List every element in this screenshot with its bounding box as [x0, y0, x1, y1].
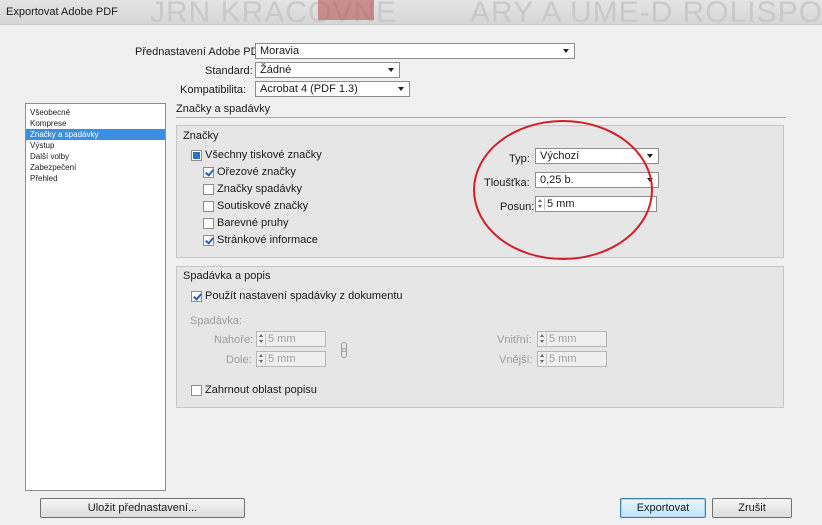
weight-label: Tloušťka:: [484, 177, 530, 189]
bleed-marks-checkbox[interactable]: [203, 184, 214, 195]
preset-select[interactable]: Moravia: [255, 43, 575, 59]
stepper-arrows-icon[interactable]: [537, 198, 545, 210]
compat-label: Kompatibilita:: [180, 84, 247, 96]
offset-value: 5 mm: [547, 198, 575, 210]
bleed-inside-label: Vnitřní:: [497, 334, 532, 346]
chevron-down-icon: [563, 49, 569, 53]
standard-value: Žádné: [260, 64, 292, 76]
save-preset-button[interactable]: Uložit přednastavení...: [40, 498, 245, 518]
sidebar-item-advanced[interactable]: Další volby: [26, 151, 165, 162]
offset-label: Posun:: [500, 201, 535, 213]
stepper-arrows-icon[interactable]: [539, 333, 547, 345]
bleed-top-label: Nahoře:: [214, 334, 254, 346]
chain-link-icon-lower: [341, 348, 347, 358]
bleed-bottom-label: Dole:: [226, 354, 252, 366]
bleed-bottom-value: 5 mm: [268, 353, 296, 365]
bleed-top-stepper[interactable]: 5 mm: [256, 331, 326, 347]
weight-value: 0,25 b.: [540, 174, 574, 186]
stepper-arrows-icon[interactable]: [258, 353, 266, 365]
color-bars-checkbox[interactable]: [203, 218, 214, 229]
page-info-checkbox[interactable]: [203, 235, 214, 246]
title-bar: Exportovat Adobe PDF JRN KRÁCOVNE ARY A …: [0, 0, 822, 25]
bleed-marks-label: Značky spadávky: [217, 183, 302, 195]
standard-select[interactable]: Žádné: [255, 62, 400, 78]
section-title: Značky a spadávky: [176, 103, 271, 115]
chevron-down-icon: [398, 87, 404, 91]
type-value: Výchozí: [540, 150, 580, 162]
crop-marks-checkbox[interactable]: [203, 167, 214, 178]
registration-marks-label: Soutiskové značky: [217, 200, 309, 212]
sidebar-item-general[interactable]: Všeobecné: [26, 107, 165, 118]
window-title: Exportovat Adobe PDF: [6, 6, 118, 18]
bleed-inside-value: 5 mm: [549, 333, 577, 345]
sidebar-item-summary[interactable]: Přehled: [26, 173, 165, 184]
bleed-outside-label: Vnější:: [499, 354, 533, 366]
weight-select[interactable]: 0,25 b.: [535, 172, 659, 188]
bleed-bottom-stepper[interactable]: 5 mm: [256, 351, 326, 367]
preset-label: Přednastavení Adobe PDF:: [135, 46, 269, 58]
sidebar-item-output[interactable]: Výstup: [26, 140, 165, 151]
type-label: Typ:: [509, 153, 530, 165]
color-bars-label: Barevné pruhy: [217, 217, 289, 229]
section-divider: [176, 117, 786, 118]
sidebar-item-security[interactable]: Zabezpečení: [26, 162, 165, 173]
chevron-down-icon: [647, 154, 653, 158]
crop-marks-label: Ořezové značky: [217, 166, 296, 178]
background-ghost-text-right: ARY A UMĚ-D ROLISPOKOIN: [470, 0, 822, 25]
bleed-group-title: Spadávka a popis: [183, 270, 271, 282]
compat-select[interactable]: Acrobat 4 (PDF 1.3): [255, 81, 410, 97]
page-info-label: Stránkové informace: [217, 234, 318, 246]
registration-marks-checkbox[interactable]: [203, 201, 214, 212]
stepper-arrows-icon[interactable]: [258, 333, 266, 345]
bleed-outside-value: 5 mm: [549, 353, 577, 365]
include-slug-checkbox[interactable]: [191, 385, 202, 396]
cancel-button[interactable]: Zrušit: [712, 498, 792, 518]
use-doc-bleed-checkbox[interactable]: [191, 291, 202, 302]
chevron-down-icon: [388, 68, 394, 72]
use-doc-bleed-label: Použít nastavení spadávky z dokumentu: [205, 290, 403, 302]
sidebar-item-marks-bleeds[interactable]: Značky a spadávky: [26, 129, 165, 140]
chevron-down-icon: [647, 178, 653, 182]
category-sidebar: Všeobecné Komprese Značky a spadávky Výs…: [25, 103, 166, 491]
bleed-top-value: 5 mm: [268, 333, 296, 345]
compat-value: Acrobat 4 (PDF 1.3): [260, 83, 358, 95]
all-marks-checkbox[interactable]: [191, 150, 202, 161]
bleed-inside-stepper[interactable]: 5 mm: [537, 331, 607, 347]
sidebar-item-compression[interactable]: Komprese: [26, 118, 165, 129]
export-button[interactable]: Exportovat: [620, 498, 706, 518]
bleed-label: Spadávka:: [190, 315, 242, 327]
all-marks-label: Všechny tiskové značky: [205, 149, 322, 161]
type-select[interactable]: Výchozí: [535, 148, 659, 164]
preset-value: Moravia: [260, 45, 300, 57]
stepper-arrows-icon[interactable]: [539, 353, 547, 365]
standard-label: Standard:: [205, 65, 253, 77]
offset-stepper[interactable]: 5 mm: [535, 196, 657, 212]
bleed-outside-stepper[interactable]: 5 mm: [537, 351, 607, 367]
background-ghost-image: [318, 0, 374, 20]
include-slug-label: Zahrnout oblast popisu: [205, 384, 317, 396]
marks-group-title: Značky: [183, 130, 219, 142]
